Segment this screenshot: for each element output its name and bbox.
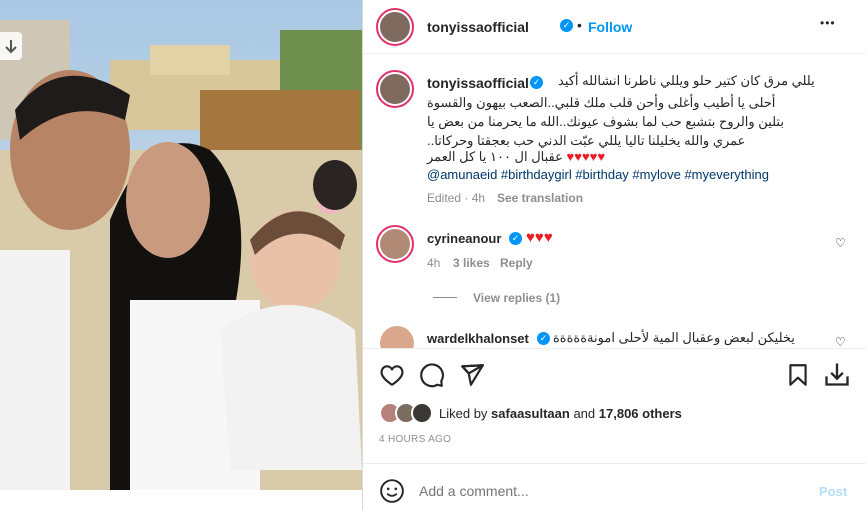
liked-by-avatars[interactable] xyxy=(379,402,439,424)
heart-emojis: ♥♥♥♥♥ xyxy=(566,149,606,164)
caption-line-2: أحلى يا أطيب وأغلى وأحن قلب ملك قلبي..ال… xyxy=(427,95,776,110)
comment-username[interactable]: cyrineanour xyxy=(427,231,501,246)
author-username[interactable]: tonyissaofficial xyxy=(427,19,529,35)
bookmark-icon[interactable] xyxy=(785,362,811,388)
photo-bottom-strip xyxy=(0,490,362,510)
likes-user[interactable]: safaasultaan xyxy=(491,406,570,421)
caption-line-5-text: عقبال ال ١٠٠ يا كل العمر xyxy=(427,149,563,164)
caption-username[interactable]: tonyissaofficial xyxy=(427,75,529,91)
header-dot: • xyxy=(577,17,582,33)
post-photo[interactable] xyxy=(0,0,362,490)
caption-verified-icon: ✓ xyxy=(530,76,543,89)
author-avatar[interactable] xyxy=(376,8,414,46)
likes-prefix: Liked by xyxy=(439,406,488,421)
caption-line-4: عمري والله يخليلنا تاليا يللي عبّت الدني… xyxy=(427,133,746,148)
emoji-icon[interactable] xyxy=(379,478,405,504)
post-dialog: tonyissaofficial ✓ • Follow ••• tonyissa… xyxy=(0,0,866,510)
see-translation-button[interactable]: See translation xyxy=(497,191,583,205)
caption-avatar[interactable] xyxy=(376,70,414,108)
more-options-button[interactable]: ••• xyxy=(820,16,836,30)
view-replies-line xyxy=(433,297,457,298)
comment-divider xyxy=(363,463,866,464)
download-overlay-button[interactable] xyxy=(0,32,22,60)
comment-avatar[interactable] xyxy=(376,225,414,263)
caption-line-3: بتلين والروح بتشبع حب لما بشوف عيونك..ال… xyxy=(427,114,784,129)
view-replies-button[interactable]: View replies (1) xyxy=(473,291,560,305)
post-timestamp[interactable]: 4 HOURS AGO xyxy=(379,434,451,445)
photo-illustration xyxy=(0,0,362,490)
download-icon[interactable] xyxy=(823,360,851,388)
comment-heart-emojis: ♥♥♥ xyxy=(526,229,553,246)
comment-verified-icon: ✓ xyxy=(509,232,522,245)
post-sidebar: tonyissaofficial ✓ • Follow ••• tonyissa… xyxy=(362,0,866,510)
actions-bar xyxy=(363,348,866,349)
arrow-down-icon xyxy=(5,40,17,54)
likes-and: and xyxy=(573,406,596,421)
heart-icon[interactable] xyxy=(379,362,405,388)
comment-time: 4h xyxy=(427,256,441,270)
likes-text: Liked by safaasultaan and 17,806 others xyxy=(439,406,682,421)
comment-2-username[interactable]: wardelkhalonset xyxy=(427,331,529,346)
comment-2-avatar[interactable] xyxy=(380,326,414,348)
comment-2-clip: wardelkhalonset ✓ يخليكن لبعض وعقبال الم… xyxy=(363,318,866,348)
comment-icon[interactable] xyxy=(419,362,445,388)
liker-avatar-3 xyxy=(411,402,433,424)
comment-2-verified-icon: ✓ xyxy=(537,332,550,345)
caption-line-1: يللي مرق كان كتير حلو ويللي ناطرنا انشال… xyxy=(558,73,815,88)
caption-time: Edited · 4h xyxy=(427,191,486,205)
comment-2-like-icon[interactable]: ♡ xyxy=(835,335,846,348)
likes-count[interactable]: 17,806 others xyxy=(599,406,682,421)
post-comment-button[interactable]: Post xyxy=(819,484,847,499)
comment-reply-button[interactable]: Reply xyxy=(500,256,533,270)
comment-2-text: يخليكن لبعض وعقبال المية لأحلى امونةةةةة… xyxy=(553,330,795,345)
follow-button[interactable]: Follow xyxy=(588,19,632,35)
caption-line-5: عقبال ال ١٠٠ يا كل العمر ♥♥♥♥♥ xyxy=(427,149,605,165)
add-comment-input[interactable] xyxy=(419,480,799,502)
comment-like-icon[interactable]: ♡ xyxy=(835,236,846,250)
comment-likes[interactable]: 3 likes xyxy=(453,256,490,270)
verified-badge-icon: ✓ xyxy=(560,19,573,32)
caption-hashtags[interactable]: @amunaeid #birthdaygirl #birthday #mylov… xyxy=(427,167,769,182)
share-icon[interactable] xyxy=(459,362,485,388)
post-header: tonyissaofficial ✓ • Follow ••• xyxy=(363,0,866,54)
